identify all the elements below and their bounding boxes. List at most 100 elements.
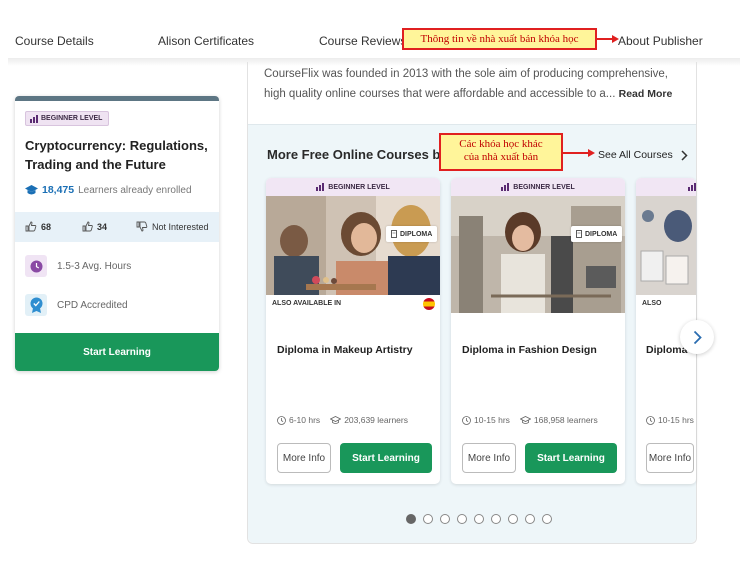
- course-card-meta: 6-10 hrs 203,639 learners: [277, 415, 408, 425]
- thumbs-up-icon: [82, 221, 93, 232]
- course-card-fashion[interactable]: BEGINNER LEVEL DIPLOMA Diploma in Fashio…: [451, 178, 625, 484]
- carousel-next-button[interactable]: [680, 320, 714, 354]
- hours-row: 1.5-3 Avg. Hours: [25, 255, 131, 277]
- course-learners: 203,639 learners: [344, 415, 408, 425]
- annotation-other-courses: Các khóa học khác của nhà xuất bản: [439, 133, 563, 171]
- course-hours: 10-15 hrs: [658, 415, 694, 425]
- more-info-button[interactable]: More Info: [646, 443, 694, 473]
- start-learning-button[interactable]: Start Learning: [340, 443, 432, 473]
- course-card-title[interactable]: Diploma in Makeup Artistry: [277, 343, 432, 357]
- enrolled-label: Learners already enrolled: [78, 184, 192, 196]
- read-more-link[interactable]: Read More: [619, 88, 673, 100]
- nav-course-details[interactable]: Course Details: [15, 34, 94, 48]
- card-level-label: BEGINNER LEVEL: [328, 183, 390, 191]
- enrolled-count: 18,475: [42, 184, 75, 196]
- course-card-makeup[interactable]: BEGINNER LEVEL DIPLOMA ALSO AVAILABLE IN…: [266, 178, 440, 484]
- level-bars-icon: [501, 183, 510, 191]
- accreditation-label: CPD Accredited: [57, 299, 128, 311]
- start-learning-button[interactable]: Start Learning: [15, 333, 219, 371]
- course-summary-card: BEGINNER LEVEL Cryptocurrency: Regulatio…: [15, 96, 219, 371]
- course-title: Cryptocurrency: Regulations, Trading and…: [25, 138, 208, 172]
- course-hours: 10-15 hrs: [474, 415, 510, 425]
- also-available-label: ALSO AVAILABLE: [642, 300, 662, 307]
- diploma-label: DIPLOMA: [400, 230, 433, 238]
- annotation-arrow-head: [612, 35, 619, 43]
- also-available-label: ALSO AVAILABLE IN: [272, 300, 342, 307]
- top-nav: Course Details Alison Certificates Cours…: [0, 0, 750, 62]
- more-info-button[interactable]: More Info: [277, 443, 331, 473]
- clock-icon: [25, 255, 47, 277]
- card-level-badge: [636, 178, 696, 196]
- see-all-courses-link[interactable]: See All Courses: [598, 149, 688, 161]
- card-level-badge: BEGINNER LEVEL: [266, 178, 440, 196]
- pagination-dot[interactable]: [491, 514, 501, 524]
- accreditation-row: CPD Accredited: [25, 294, 128, 316]
- chevron-right-icon: [681, 149, 688, 161]
- more-courses-title: More Free Online Courses by T: [267, 147, 460, 162]
- learners-meta: 203,639 learners: [330, 415, 408, 425]
- clock-icon: [646, 415, 655, 425]
- pagination-dot[interactable]: [525, 514, 535, 524]
- also-available-strip: ALSO AVAILABLE: [636, 295, 696, 313]
- pagination-dot[interactable]: [406, 514, 416, 524]
- level-bars-icon: [316, 183, 325, 191]
- diploma-icon: [391, 230, 397, 238]
- level-bars-icon: [30, 114, 38, 123]
- annotation-line-1: Các khóa học khác: [459, 138, 543, 150]
- cpd-badge-icon: [25, 294, 47, 316]
- spanish-flag-icon[interactable]: [423, 298, 435, 310]
- course-image-partial: ALSO AVAILABLE: [636, 196, 696, 313]
- diploma-label: DIPLOMA: [585, 230, 618, 238]
- level-badge: BEGINNER LEVEL: [25, 111, 110, 126]
- thumbs-count: 34: [97, 221, 108, 232]
- about-publisher-text: CourseFlix was founded in 2013 with the …: [264, 64, 692, 104]
- course-card-title[interactable]: Diploma in Fashion Design: [462, 343, 617, 357]
- card-level-badge: BEGINNER LEVEL: [451, 178, 625, 196]
- see-all-label: See All Courses: [598, 149, 673, 161]
- level-label: BEGINNER LEVEL: [41, 115, 103, 122]
- avg-hours: 1.5-3 Avg. Hours: [57, 260, 132, 272]
- nav-alison-certificates[interactable]: Alison Certificates: [158, 34, 254, 48]
- learners-meta: 168,958 learners: [519, 415, 598, 425]
- start-learning-button[interactable]: Start Learning: [525, 443, 617, 473]
- annotation-publisher-info: Thông tin về nhà xuất bản khóa học: [402, 28, 597, 50]
- annotation-line-2: của nhà xuất bản: [463, 151, 539, 163]
- hours-meta: 10-15 hrs: [646, 415, 694, 425]
- like-stat[interactable]: 68: [25, 221, 51, 232]
- hours-meta: 10-15 hrs: [462, 415, 510, 425]
- like-icon: [25, 221, 37, 232]
- engagement-bar: 68 34 Not Interested: [15, 212, 219, 242]
- not-interested-stat[interactable]: Not Interested: [136, 221, 209, 232]
- nav-about-publisher[interactable]: About Publisher: [618, 34, 703, 48]
- pagination-dot[interactable]: [423, 514, 433, 524]
- diploma-icon: [576, 230, 582, 238]
- thumbs-down-icon: [136, 221, 148, 232]
- like-count: 68: [41, 221, 52, 232]
- more-info-button[interactable]: More Info: [462, 443, 516, 473]
- pagination-dot[interactable]: [542, 514, 552, 524]
- about-description: CourseFlix was founded in 2013 with the …: [264, 68, 668, 100]
- course-hours: 6-10 hrs: [289, 415, 321, 425]
- not-interested-label: Not Interested: [152, 221, 209, 232]
- pagination-dot[interactable]: [474, 514, 484, 524]
- pagination-dot[interactable]: [457, 514, 467, 524]
- clock-icon: [277, 415, 286, 425]
- graduation-cap-icon: [330, 415, 342, 424]
- card-level-label: BEGINNER LEVEL: [513, 183, 575, 191]
- course-card-meta: 10-15 hrs: [646, 415, 694, 425]
- hours-meta: 6-10 hrs: [277, 415, 320, 425]
- nav-course-reviews[interactable]: Course Reviews: [319, 34, 406, 48]
- graduation-cap-icon: [25, 184, 38, 194]
- pagination-dot[interactable]: [508, 514, 518, 524]
- level-bars-icon: [688, 183, 696, 191]
- course-image-fashion: DIPLOMA: [451, 196, 625, 313]
- annotation-arrow-head: [588, 149, 595, 157]
- also-available-strip: ALSO AVAILABLE IN: [266, 295, 440, 313]
- annotation-arrow-line: [597, 38, 613, 40]
- course-learners: 168,958 learners: [533, 415, 598, 425]
- carousel-pagination: [406, 514, 552, 524]
- thumbs-up-stat[interactable]: 34: [82, 221, 107, 232]
- graduation-cap-icon: [519, 415, 531, 424]
- pagination-dot[interactable]: [440, 514, 450, 524]
- diploma-tag: DIPLOMA: [386, 226, 438, 242]
